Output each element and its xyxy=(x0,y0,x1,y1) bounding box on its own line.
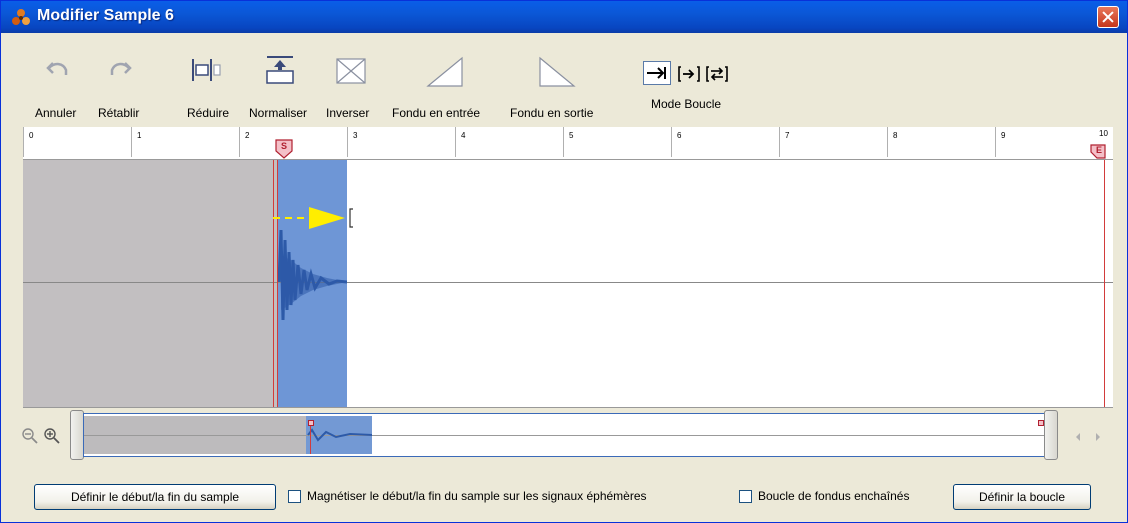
window-title: Modifier Sample 6 xyxy=(37,7,174,24)
ruler-tick xyxy=(239,127,240,157)
title-bar: Modifier Sample 6 xyxy=(1,1,1127,33)
overview-left-handle[interactable] xyxy=(70,410,84,460)
ruler-tick xyxy=(995,127,996,157)
ruler-tick-label: 4 xyxy=(461,131,466,140)
fade-out-icon[interactable] xyxy=(537,55,577,89)
arrow-annotation xyxy=(273,207,353,229)
zoom-out-icon[interactable] xyxy=(21,427,39,445)
ruler-tick-label: 7 xyxy=(785,131,790,140)
reverse-icon[interactable] xyxy=(335,57,367,85)
trim-button-label[interactable]: Réduire xyxy=(187,106,229,120)
app-icon xyxy=(12,9,30,25)
toolbar: Annuler Rétablir Réduire Normaliser Inve… xyxy=(1,33,1127,126)
overview-right-handle[interactable] xyxy=(1044,410,1058,460)
ruler-tick xyxy=(887,127,888,157)
overview-waveform xyxy=(307,428,372,442)
waveform-transient xyxy=(277,229,347,321)
waveform-view[interactable] xyxy=(23,160,1113,408)
undo-button-label[interactable]: Annuler xyxy=(35,106,76,120)
close-button[interactable] xyxy=(1097,6,1119,28)
ruler-tick xyxy=(347,127,348,157)
loop-forward-icon xyxy=(647,67,666,79)
time-ruler[interactable]: 0 1 2 3 4 5 6 7 8 9 10 S E xyxy=(23,127,1113,160)
ruler-tick xyxy=(671,127,672,157)
start-line xyxy=(273,160,274,407)
ruler-tick-label: 10 xyxy=(1099,129,1108,138)
ruler-tick-label: 5 xyxy=(569,131,574,140)
set-loop-button[interactable]: Définir la boucle xyxy=(953,484,1091,510)
ruler-tick xyxy=(779,127,780,157)
redo-icon[interactable] xyxy=(107,57,133,81)
ruler-tick xyxy=(23,127,24,157)
loop-repeat-icon[interactable] xyxy=(677,64,701,84)
scroll-right-icon[interactable] xyxy=(1093,431,1103,443)
overview-strip[interactable] xyxy=(83,413,1049,457)
modifier-sample-window: Modifier Sample 6 Annuler Rétablir Rédui… xyxy=(0,0,1128,523)
start-marker-label: S xyxy=(281,141,288,151)
loop-mode-label: Mode Boucle xyxy=(651,97,722,111)
ruler-tick-label: 9 xyxy=(1001,131,1006,140)
normalize-button-label[interactable]: Normaliser xyxy=(249,106,307,120)
ruler-tick-label: 3 xyxy=(353,131,358,140)
crossfade-loop-checkbox[interactable] xyxy=(739,490,752,503)
end-marker-label: E xyxy=(1096,145,1103,155)
overview-center-line xyxy=(84,435,1048,436)
magnetize-label[interactable]: Magnétiser le début/la fin du sample sur… xyxy=(307,489,647,503)
scroll-left-icon[interactable] xyxy=(1073,431,1083,443)
fade-in-icon[interactable] xyxy=(425,55,465,89)
start-line-secondary xyxy=(277,160,278,407)
ruler-tick xyxy=(131,127,132,157)
ruler-tick-label: 8 xyxy=(893,131,898,140)
crossfade-loop-label[interactable]: Boucle de fondus enchaînés xyxy=(758,489,909,503)
magnetize-checkbox[interactable] xyxy=(288,490,301,503)
loop-pingpong-icon[interactable] xyxy=(705,64,729,84)
ruler-tick-label: 6 xyxy=(677,131,682,140)
zoom-in-icon[interactable] xyxy=(43,427,61,445)
ruler-tick xyxy=(563,127,564,157)
waveform-center-line xyxy=(23,282,1113,283)
overview-start-marker xyxy=(308,420,314,426)
ruler-tick-label: 0 xyxy=(29,131,34,140)
undo-icon[interactable] xyxy=(45,57,71,81)
fade-in-button-label[interactable]: Fondu en entrée xyxy=(392,106,480,120)
redo-button-label[interactable]: Rétablir xyxy=(98,106,139,120)
trim-icon[interactable] xyxy=(189,55,223,85)
normalize-icon[interactable] xyxy=(263,53,297,87)
reverse-button-label[interactable]: Inverser xyxy=(326,106,369,120)
end-line xyxy=(1104,160,1105,407)
ruler-tick xyxy=(455,127,456,157)
fade-out-button-label[interactable]: Fondu en sortie xyxy=(510,106,593,120)
loop-mode-forward-button[interactable] xyxy=(643,61,671,85)
set-sample-start-end-button[interactable]: Définir le début/la fin du sample xyxy=(34,484,276,510)
ruler-tick-label: 2 xyxy=(245,131,250,140)
ruler-tick-label: 1 xyxy=(137,131,142,140)
trimmed-region xyxy=(23,160,277,407)
